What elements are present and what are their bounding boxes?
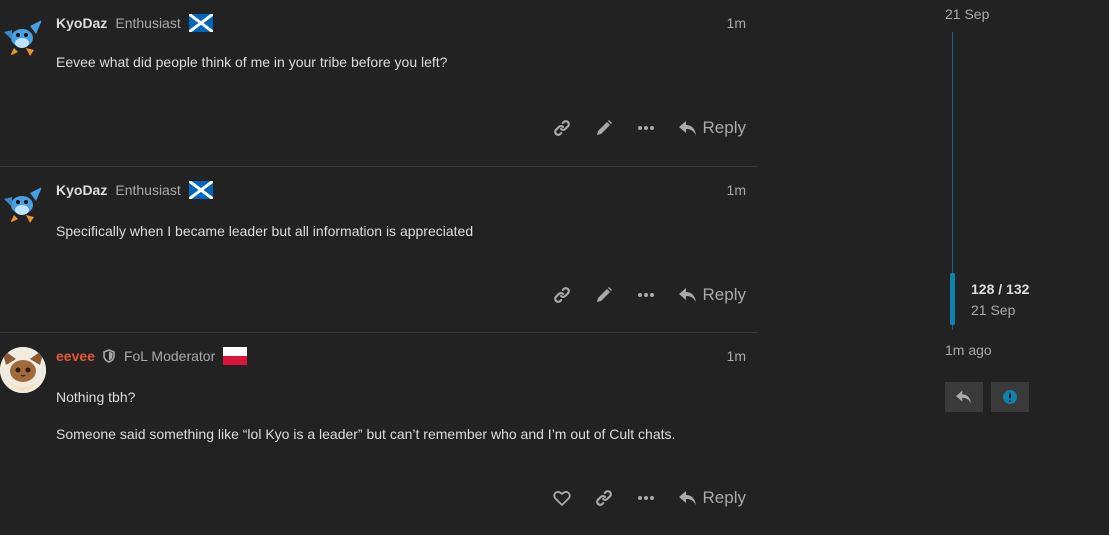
post-date[interactable]: 1m [727,348,746,364]
post-actions: Reply [541,113,748,143]
post-date[interactable]: 1m [727,15,746,31]
avatar[interactable] [0,347,46,393]
reply-label: Reply [702,285,746,304]
scotland-flag-icon [187,179,214,201]
post: eevee FoL Moderator 1m Nothing tbh? Some… [0,332,758,535]
reply-label: Reply [702,488,746,507]
post-paragraph: Specifically when I became leader but al… [56,223,474,239]
post: KyoDaz Enthusiast 1m Specifically when I… [0,166,758,332]
timeline-reply-button[interactable] [945,382,983,412]
post-paragraph: Nothing tbh? [56,389,136,405]
post-actions: Reply [541,280,748,310]
link-icon[interactable] [583,483,625,513]
post: KyoDaz Enthusiast 1m Eevee what did peop… [0,0,758,165]
link-icon[interactable] [541,280,583,310]
avatar[interactable] [0,179,46,225]
more-icon[interactable] [625,483,667,513]
timeline-notification-button[interactable] [991,382,1029,412]
timeline-last-activity[interactable]: 1m ago [945,342,992,358]
pencil-icon[interactable] [583,280,625,310]
avatar[interactable] [0,12,46,58]
post-names: KyoDaz Enthusiast [56,179,214,201]
post-names: eevee FoL Moderator [56,345,248,367]
reply-button[interactable]: Reply [677,488,748,508]
username[interactable]: KyoDaz [56,182,107,198]
timeline-start-date[interactable]: 21 Sep [945,6,989,22]
reply-icon [678,491,696,505]
post-date[interactable]: 1m [727,182,746,198]
username[interactable]: KyoDaz [56,15,107,31]
post-body: Specifically when I became leader but al… [56,222,473,240]
reply-button[interactable]: Reply [677,285,748,305]
reply-icon [956,390,972,404]
link-icon[interactable] [541,113,583,143]
post-actions: Reply [541,483,748,513]
user-title: Enthusiast [115,15,181,31]
user-title: Enthusiast [115,182,181,198]
post-body: Nothing tbh? Someone said something like… [56,388,675,443]
post-paragraph: Eevee what did people think of me in you… [56,54,448,70]
post-paragraph: Someone said something like “lol Kyo is … [56,426,676,442]
user-title: FoL Moderator [123,348,216,364]
scotland-flag-icon [187,12,214,34]
poland-flag-icon [223,347,248,365]
reply-icon [678,288,696,302]
reply-icon [678,121,696,135]
topic-timeline: 21 Sep 128 / 132 21 Sep 1m ago [940,0,1100,534]
shield-icon [103,349,115,363]
reply-label: Reply [702,118,746,137]
timeline-scroll-handle[interactable] [950,273,955,325]
exclamation-circle-icon [1003,390,1017,404]
heart-icon[interactable] [541,483,583,513]
timeline-position-date: 21 Sep [971,302,1016,318]
post-body: Eevee what did people think of me in you… [56,53,447,71]
post-names: KyoDaz Enthusiast [56,12,214,34]
timeline-position: 128 / 132 [971,281,1030,297]
more-icon[interactable] [625,113,667,143]
reply-button[interactable]: Reply [677,118,748,138]
username[interactable]: eevee [56,348,95,364]
more-icon[interactable] [625,280,667,310]
pencil-icon[interactable] [583,113,625,143]
